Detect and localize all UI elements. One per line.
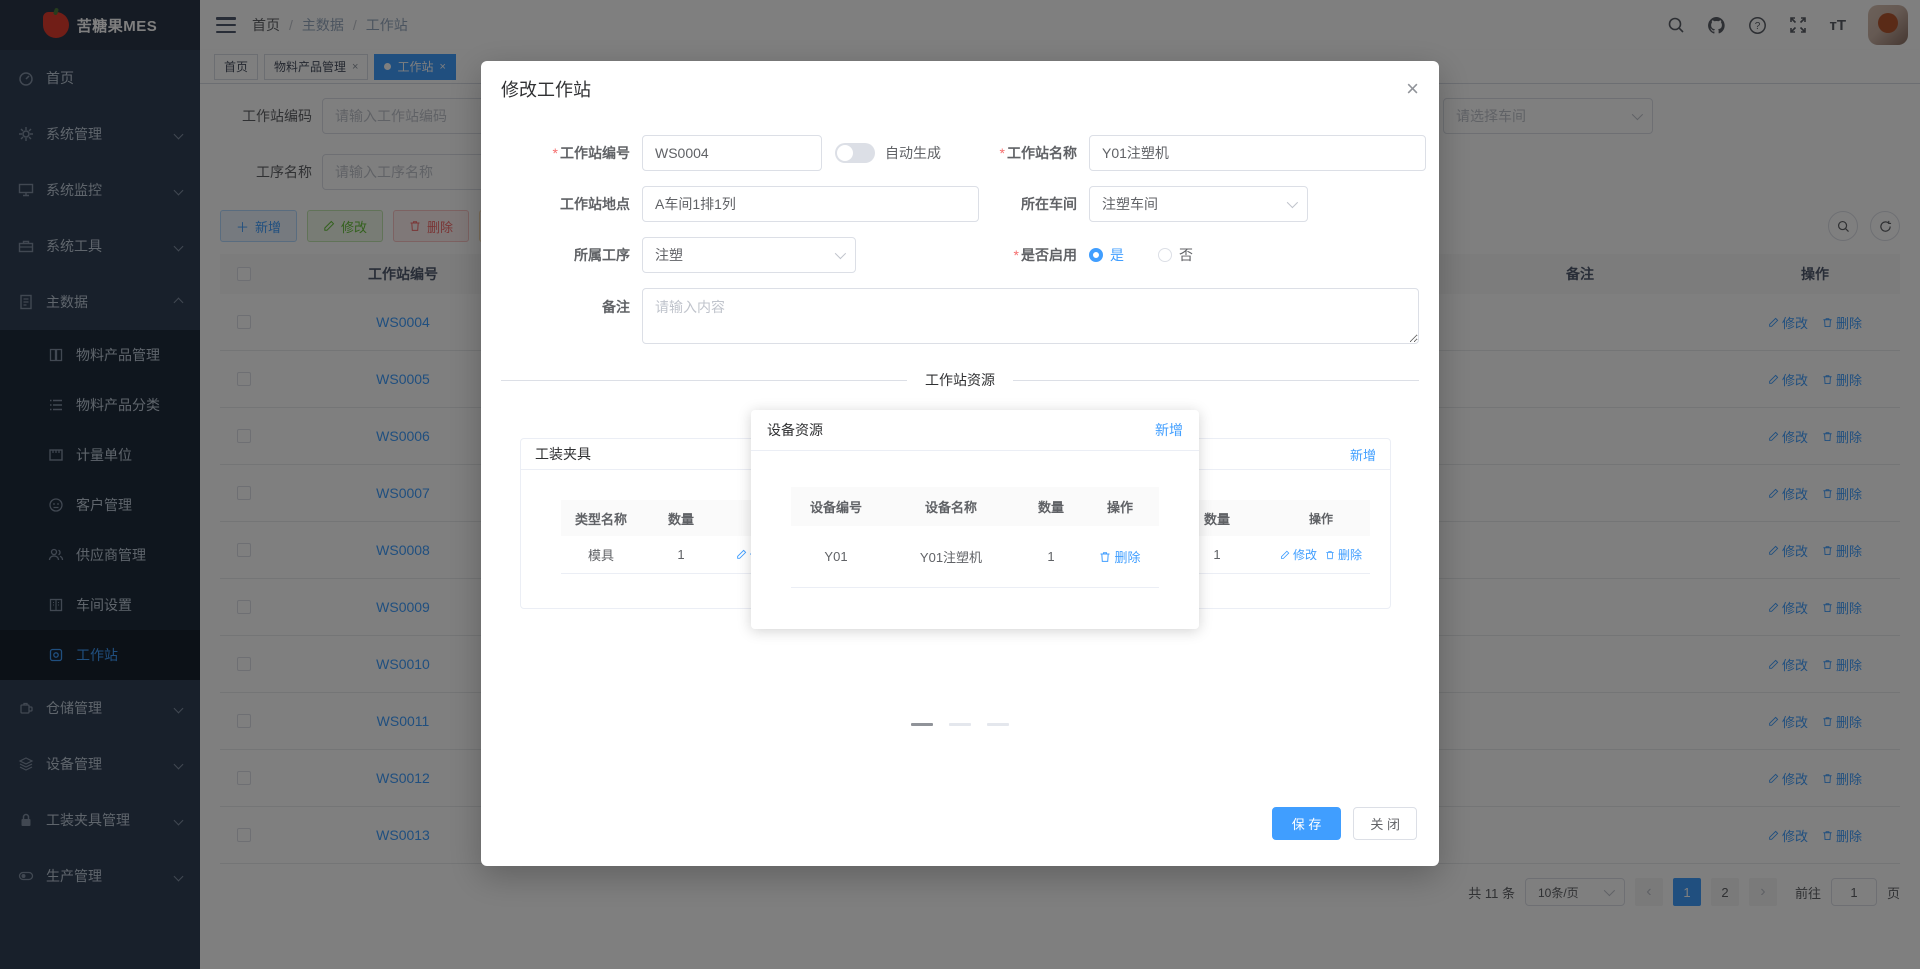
carousel-indicators <box>501 723 1419 726</box>
location-input[interactable] <box>642 186 979 222</box>
name-input[interactable] <box>1089 135 1426 171</box>
close-button[interactable]: 关 闭 <box>1353 807 1417 840</box>
resources-divider: 工作站资源 <box>501 370 1419 390</box>
carousel-dot-3[interactable] <box>987 723 1009 726</box>
process-select[interactable]: 注塑 <box>642 237 856 273</box>
save-button[interactable]: 保 存 <box>1271 807 1342 840</box>
remark-label: 备注 <box>602 299 630 315</box>
carousel-dot-2[interactable] <box>949 723 971 726</box>
close-icon[interactable]: × <box>1406 78 1419 100</box>
code-input[interactable] <box>642 135 822 171</box>
chevron-down-icon <box>1286 196 1299 209</box>
edit-workstation-modal: 修改工作站 × *工作站编号 自动生成 *工作站名称 工作站地点 所在车间 <box>481 61 1439 866</box>
radio-dot <box>1158 248 1172 262</box>
enabled-yes-radio[interactable]: 是 <box>1089 245 1124 265</box>
pencil-icon <box>737 549 747 559</box>
device-table-header: 设备编号 设备名称 数量 操作 <box>791 487 1159 526</box>
enabled-no-radio[interactable]: 否 <box>1158 245 1193 265</box>
remark-textarea[interactable] <box>642 288 1419 344</box>
auto-generate-toggle[interactable] <box>835 143 875 163</box>
workshop-select[interactable]: 注塑车间 <box>1089 186 1308 222</box>
code-label: * 工作站编号 <box>552 145 630 161</box>
modal-title: 修改工作站 <box>501 80 591 100</box>
device-table-row: Y01 Y01注塑机 1 删除 <box>791 526 1159 588</box>
resources-carousel: 工装夹具 类型名称 数量 模具 1 修改 <box>501 410 1419 750</box>
right-row-delete-link[interactable]: 删除 <box>1325 546 1362 563</box>
process-label: 所属工序 <box>574 247 630 263</box>
device-panel-title: 设备资源 <box>767 422 823 438</box>
radio-dot <box>1089 248 1103 262</box>
right-panel-add-link[interactable]: 新增 <box>1350 445 1376 464</box>
device-resource-card: 设备资源 新增 设备编号 设备名称 数量 操作 Y01 Y01注塑机 1 删除 <box>751 410 1199 629</box>
trash-icon <box>1326 550 1334 559</box>
auto-generate-label: 自动生成 <box>885 145 941 161</box>
workshop-label: 所在车间 <box>1021 196 1077 212</box>
fixture-panel-title: 工装夹具 <box>535 446 591 462</box>
pencil-icon <box>1281 550 1290 559</box>
device-row-delete-link[interactable]: 删除 <box>1099 547 1141 566</box>
right-row-edit-link[interactable]: 修改 <box>1280 546 1317 563</box>
trash-icon <box>1100 551 1110 562</box>
device-add-link[interactable]: 新增 <box>1155 420 1183 440</box>
chevron-down-icon <box>834 247 847 260</box>
location-label: 工作站地点 <box>560 196 630 212</box>
carousel-dot-1[interactable] <box>911 723 933 726</box>
name-label: * 工作站名称 <box>999 145 1077 161</box>
enabled-label: * 是否启用 <box>1013 247 1077 263</box>
